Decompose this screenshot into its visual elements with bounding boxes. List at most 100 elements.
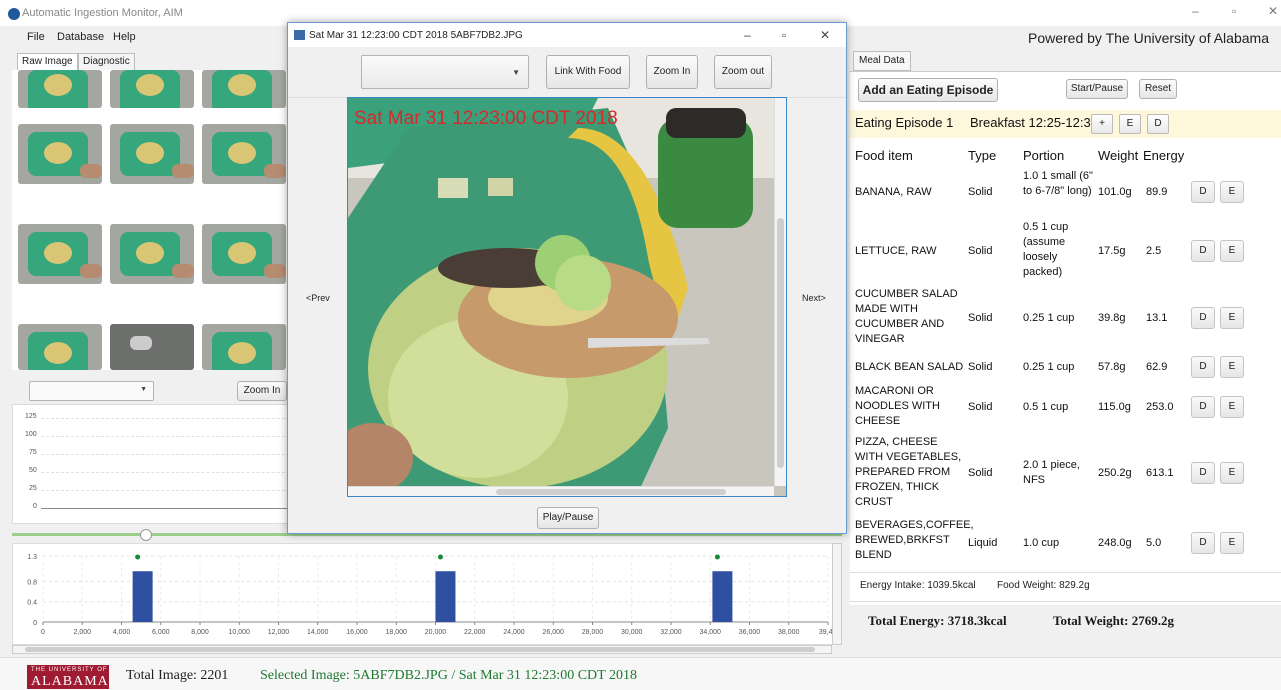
food-name: MACARONI OR NOODLES WITH CHEESE — [855, 385, 940, 427]
thumbnail[interactable] — [110, 124, 194, 184]
episode-marker-dot — [714, 554, 720, 560]
tab-diagnostic[interactable]: Diagnostic — [78, 53, 135, 71]
row-edit-button[interactable]: E — [1220, 532, 1244, 554]
row-edit-button[interactable]: E — [1220, 462, 1244, 484]
food-select[interactable]: ▼ — [361, 55, 529, 89]
thumbnail[interactable] — [18, 70, 102, 108]
close-button[interactable]: ✕ — [1268, 4, 1278, 18]
col-header-portion: Portion — [1023, 148, 1065, 163]
row-delete-button[interactable]: D — [1191, 356, 1215, 378]
row-edit-button[interactable]: E — [1220, 181, 1244, 203]
dialog-restore-button[interactable]: ▫ — [782, 28, 786, 42]
powered-by-label: Powered by The University of Alabama — [1028, 30, 1269, 46]
food-name: CUCUMBER SALAD MADE WITH CUCUMBER AND VI… — [855, 288, 958, 345]
image-filter-select[interactable]: ▼ — [29, 381, 154, 401]
thumbnail[interactable] — [202, 224, 286, 284]
dialog-zoom-in-button[interactable]: Zoom In — [646, 55, 698, 89]
prev-button[interactable]: <Prev — [306, 293, 330, 303]
x-tick-label: 28,000 — [582, 629, 604, 636]
tab-raw-image[interactable]: Raw Image — [17, 53, 78, 71]
bar — [435, 571, 456, 622]
menu-help[interactable]: Help — [113, 31, 136, 43]
add-episode-button[interactable]: Add an Eating Episode — [858, 78, 998, 102]
start-pause-button[interactable]: Start/Pause — [1066, 79, 1128, 99]
menu-database[interactable]: Database — [57, 31, 104, 43]
image-icon — [294, 30, 305, 40]
x-tick-label: 36,000 — [739, 629, 761, 636]
play-pause-button[interactable]: Play/Pause — [537, 507, 599, 529]
episode-edit-button[interactable]: E — [1119, 114, 1141, 134]
x-tick-label: 2,000 — [73, 629, 91, 636]
vertical-scrollbar[interactable] — [832, 543, 842, 645]
photo-vertical-scrollbar[interactable] — [774, 98, 786, 486]
menu-file[interactable]: File — [27, 31, 45, 43]
horizontal-scrollbar[interactable] — [12, 645, 832, 654]
meal-photo: Sat Mar 31 12:23:00 CDT 2018 — [347, 97, 787, 497]
link-with-food-button[interactable]: Link With Food — [546, 55, 630, 89]
food-weight: 101.0g — [1098, 186, 1132, 198]
total-image-count: Total Image: 2201 — [126, 668, 229, 683]
photo-horizontal-scrollbar[interactable] — [348, 486, 774, 496]
y-tick-label: 0.4 — [27, 600, 37, 607]
chevron-down-icon: ▼ — [512, 68, 520, 77]
y-tick-label: 1.3 — [27, 554, 37, 561]
row-edit-button[interactable]: E — [1220, 396, 1244, 418]
row-delete-button[interactable]: D — [1191, 307, 1215, 329]
food-energy: 89.9 — [1146, 186, 1168, 198]
thumbnail[interactable] — [18, 324, 102, 370]
left-zoom-in-button[interactable]: Zoom In — [237, 381, 287, 401]
row-delete-button[interactable]: D — [1191, 532, 1215, 554]
selected-image-info: Selected Image: 5ABF7DB2.JPG / Sat Mar 3… — [260, 668, 637, 683]
row-edit-button[interactable]: E — [1220, 356, 1244, 378]
row-delete-button[interactable]: D — [1191, 240, 1215, 262]
thumbnail[interactable] — [110, 324, 194, 370]
row-edit-button[interactable]: E — [1220, 307, 1244, 329]
thumbnail[interactable] — [110, 224, 194, 284]
dialog-close-button[interactable]: ✕ — [820, 28, 830, 42]
food-weight: 250.2g — [1098, 467, 1132, 479]
minimize-button[interactable]: – — [1192, 4, 1199, 18]
bar — [132, 571, 153, 622]
tab-meal-data[interactable]: Meal Data — [853, 51, 911, 71]
x-tick-label: 14,000 — [307, 629, 329, 636]
dialog-zoom-out-button[interactable]: Zoom out — [714, 55, 772, 89]
x-tick-label: 16,000 — [346, 629, 368, 636]
reset-button[interactable]: Reset — [1139, 79, 1177, 99]
episode-chart-svg: 1.3 0.8 0.4 00 2,000 4,000 6,000 8,000 10,000 12,… — [27, 554, 837, 636]
food-portion: 1.0 1 small (6" to 6-7/8" long) — [1023, 170, 1093, 197]
x-tick-label: 32,000 — [660, 629, 682, 636]
restore-button[interactable]: ▫ — [1232, 4, 1236, 18]
x-tick-label: 10,000 — [229, 629, 251, 636]
food-name: LETTUCE, RAW — [855, 245, 937, 257]
row-delete-button[interactable]: D — [1191, 396, 1215, 418]
chevron-down-icon: ▼ — [140, 386, 147, 393]
alabama-logo: THE UNIVERSITY OF ALABAMA — [27, 665, 109, 689]
x-tick-label: 4,000 — [113, 629, 131, 636]
dialog-minimize-button[interactable]: – — [744, 28, 751, 42]
y-tick-label: 0.8 — [27, 579, 37, 586]
row-edit-button[interactable]: E — [1220, 240, 1244, 262]
thumbnail[interactable] — [202, 324, 286, 370]
episode-add-button[interactable]: + — [1091, 114, 1113, 134]
col-header-energy: Energy — [1143, 148, 1185, 163]
thumbnail[interactable] — [18, 124, 102, 184]
time-slider-thumb[interactable] — [140, 529, 152, 541]
next-button[interactable]: Next> — [802, 293, 826, 303]
food-type: Solid — [968, 186, 993, 198]
food-portion: 1.0 cup — [1023, 537, 1060, 549]
thumbnail[interactable] — [18, 224, 102, 284]
thumbnail[interactable] — [202, 124, 286, 184]
row-delete-button[interactable]: D — [1191, 462, 1215, 484]
food-energy: 13.1 — [1146, 312, 1168, 324]
thumbnail[interactable] — [110, 70, 194, 108]
row-delete-button[interactable]: D — [1191, 181, 1215, 203]
episode-label: Eating Episode 1 — [855, 115, 954, 130]
x-tick-label: 30,000 — [621, 629, 643, 636]
food-portion: 2.0 1 piece, NFS — [1023, 459, 1080, 486]
thumbnail[interactable] — [202, 70, 286, 108]
food-name: PIZZA, CHEESE WITH VEGETABLES, PREPARED … — [855, 436, 962, 508]
episode-delete-button[interactable]: D — [1147, 114, 1169, 134]
y-tick-label: 0 — [33, 620, 37, 627]
food-weight: 17.5g — [1098, 245, 1126, 257]
y-tick-label: 50 — [29, 467, 37, 474]
